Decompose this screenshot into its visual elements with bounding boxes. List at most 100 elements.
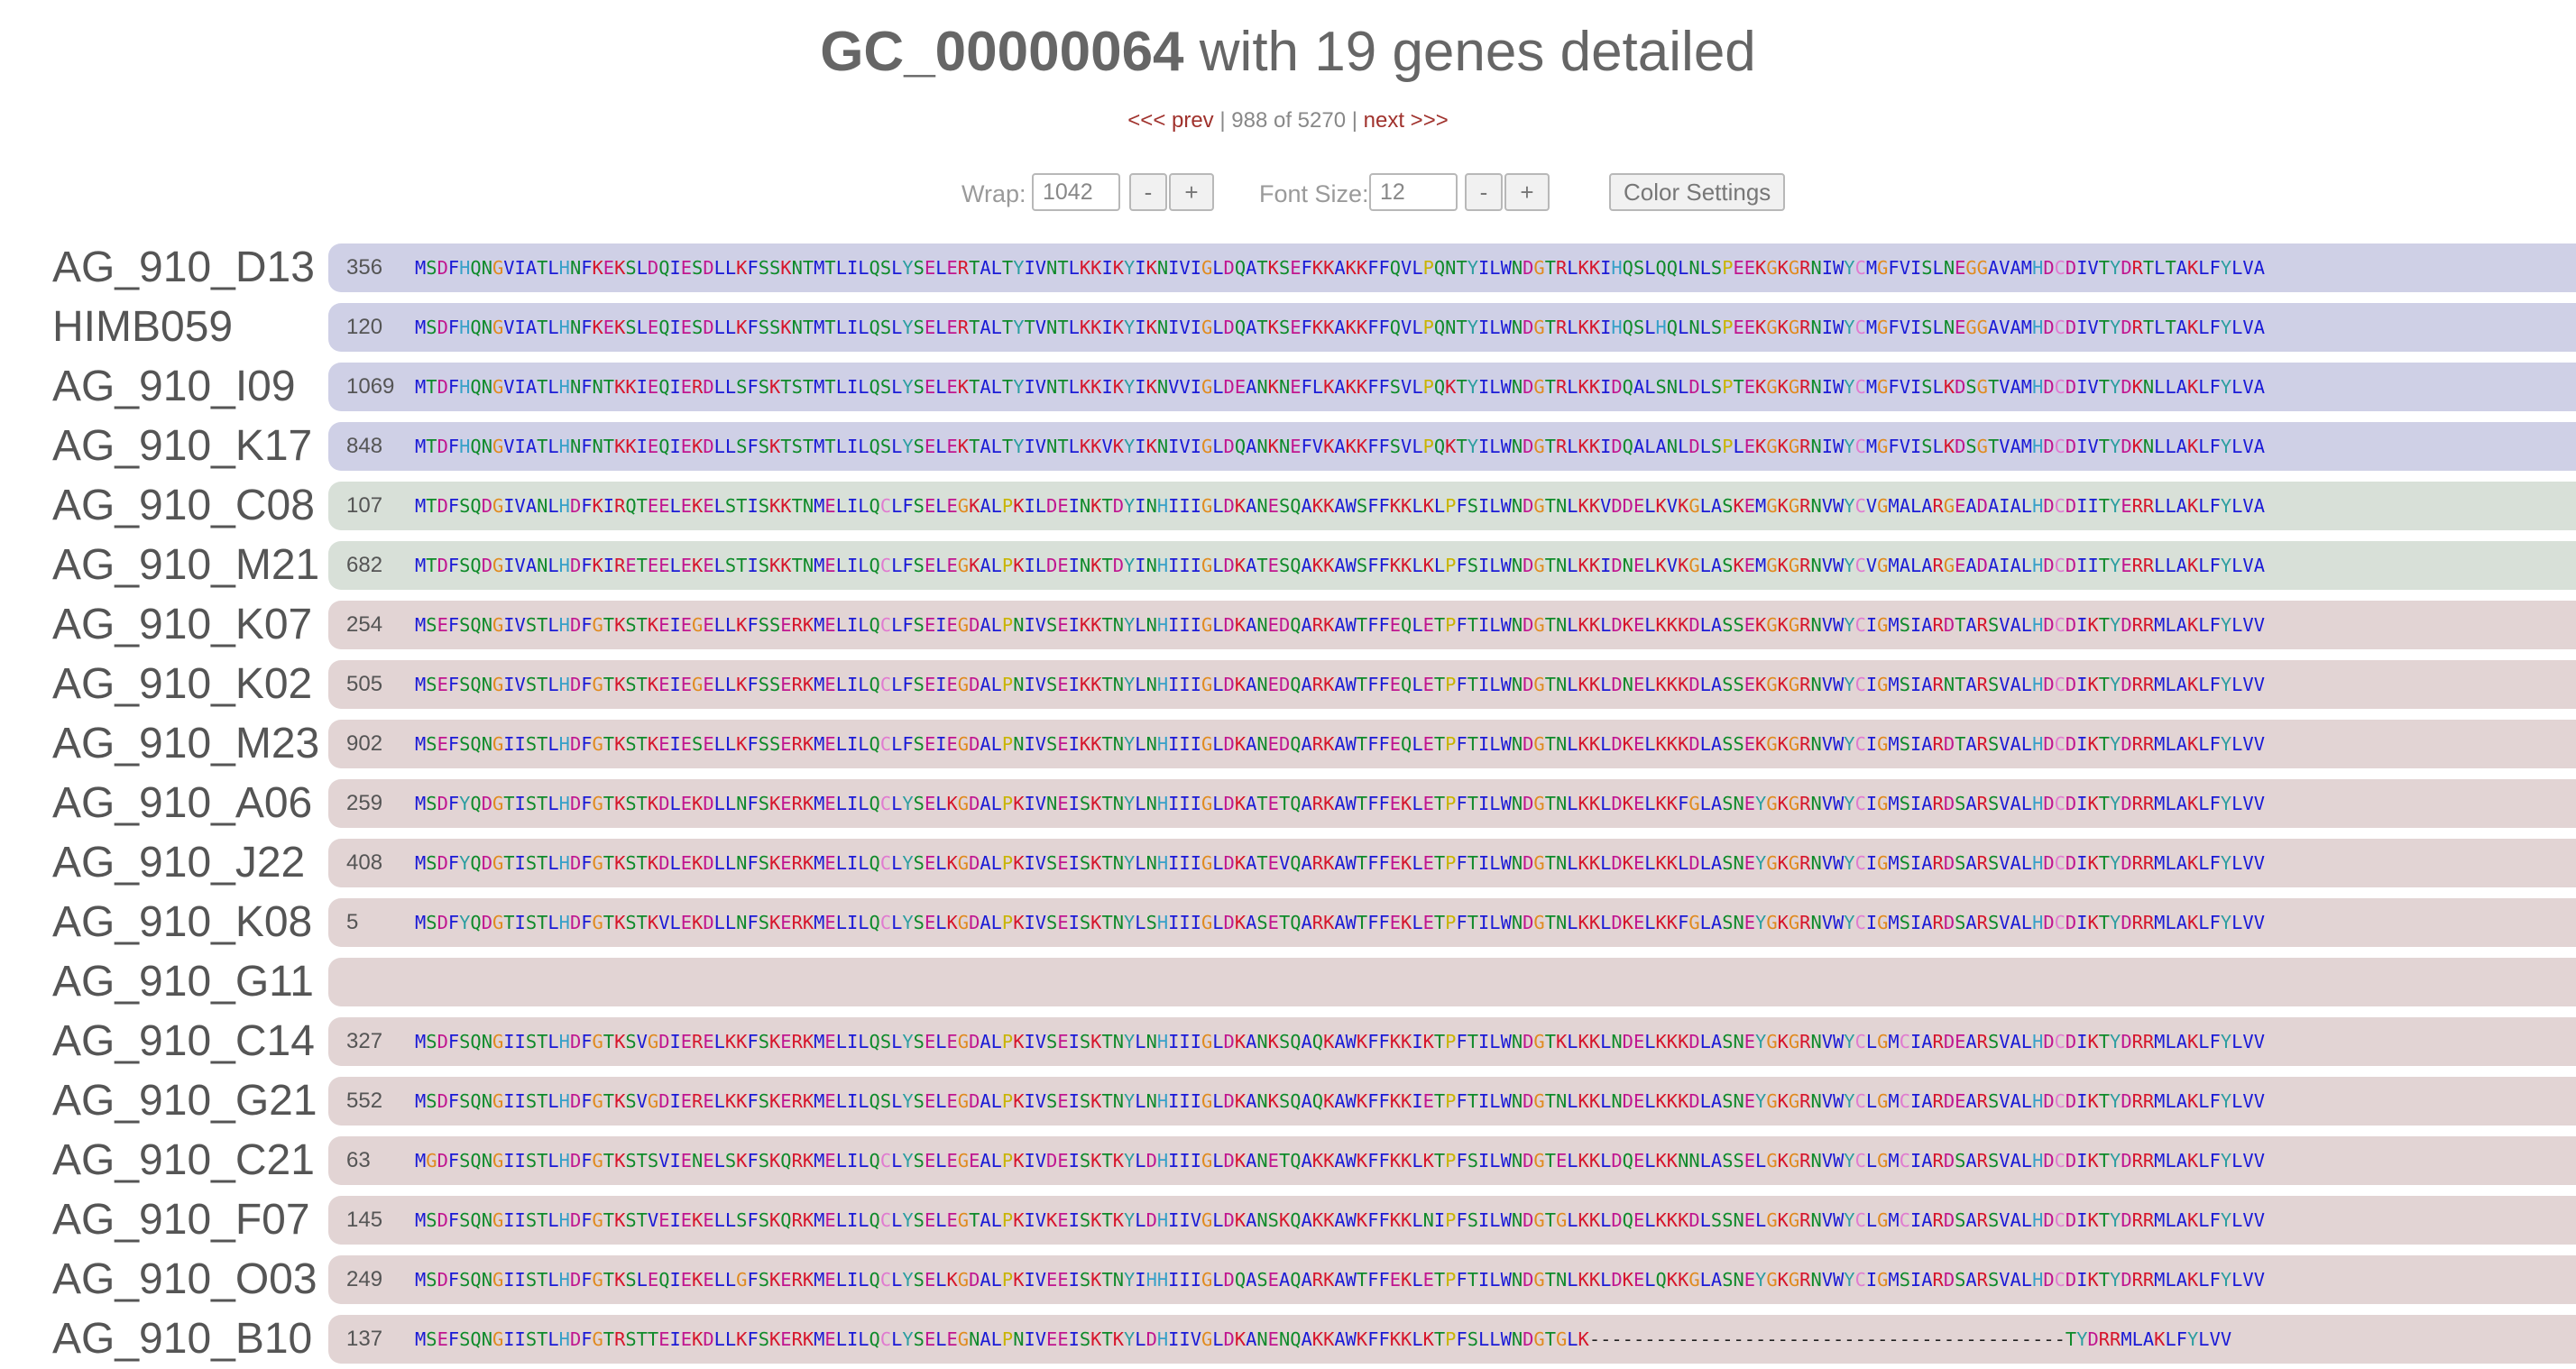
gene-name[interactable]: AG_910_F07	[52, 1190, 310, 1250]
gene-row: AG_910_K07 254 MSEFSQNGIVSTLHDFGTKSTKEIEGE…	[0, 595, 2576, 655]
sequence-length: 5	[346, 910, 359, 934]
gene-name[interactable]: AG_910_K08	[52, 893, 312, 952]
sequence-bar: 356 MSDFHQNGVIATLHNFKEKSLDQIESDLLKFSSKNTM…	[328, 243, 2576, 292]
sequence-bar: 408 MSDFYQDGTISTLHDFGTKSTKDLEKDLLNFSKERKM…	[328, 839, 2576, 887]
sequence-length: 408	[346, 850, 383, 875]
sequence-text: MSDFSQNGIISTLHDFGTKSTVEIEKELLSFSKQRKMELI…	[415, 1209, 2265, 1231]
gene-cluster-page: GC_00000064 with 19 genes detailed <<< p…	[0, 0, 2576, 1369]
gene-name[interactable]: AG_910_G11	[52, 952, 314, 1012]
gene-name[interactable]: AG_910_C08	[52, 476, 315, 536]
gene-cluster-id: GC_00000064	[820, 21, 1184, 83]
sequence-bar: 254 MSEFSQNGIVSTLHDFGTKSTKEIEGELLKFSSERKM…	[328, 601, 2576, 649]
sequence-length: 682	[346, 553, 383, 577]
sequence-text: MSDFSQNGIISTLHDFGTKSVGDIERELKKFSKERKMELI…	[415, 1090, 2265, 1112]
title-subtitle: with 19 genes detailed	[1183, 21, 1756, 83]
gene-name[interactable]: AG_910_I09	[52, 357, 296, 417]
sequence-text: MTDFSQDGIVANLHDFKIRQTEELEKELSTISKKTNMELI…	[415, 495, 2265, 517]
gene-name[interactable]: AG_910_O03	[52, 1250, 317, 1309]
sequence-bar: 327 MSDFSQNGIISTLHDFGTKSVGDIERELKKFSKERKM…	[328, 1017, 2576, 1066]
sequence-text: MSEFSQNGIISTLHDFGTKSTKEIESELLKFSSERKMELI…	[415, 733, 2265, 755]
sequence-text: MSDFSQNGIISTLHDFGTKSVGDIERELKKFSKERKMELI…	[415, 1031, 2265, 1052]
sequence-length: 505	[346, 672, 383, 696]
gene-name[interactable]: AG_910_A06	[52, 774, 312, 833]
sequence-bar: 63 MGDFSQNGIISTLHDFGTKSTSVIENELSKFSKQRKME…	[328, 1136, 2576, 1185]
gene-row: AG_910_I09 1069 MTDFHQNGVIATLHNFNTKKIEQIER…	[0, 357, 2576, 417]
sequence-bar	[328, 958, 2576, 1006]
gene-name[interactable]: AG_910_M23	[52, 714, 319, 774]
next-link[interactable]: next >>>	[1364, 108, 1449, 133]
font-size-label: Font Size:	[1259, 180, 1369, 207]
sequence-length: 848	[346, 434, 383, 458]
display-controls: Wrap: - + Font Size: - + Color Settings	[0, 173, 2576, 215]
sequence-bar: 107 MTDFSQDGIVANLHDFKIRQTEELEKELSTISKKTNM…	[328, 482, 2576, 530]
sequence-bar: 249 MSDFSQNGIISTLHDFGTKSLEQIEKELLGFSKERKM…	[328, 1255, 2576, 1304]
sequence-length: 552	[346, 1089, 383, 1113]
sequence-length: 120	[346, 315, 383, 339]
gene-name[interactable]: AG_910_K02	[52, 655, 312, 714]
gene-name[interactable]: HIMB059	[52, 298, 233, 357]
sequence-bar: 120 MSDFHQNGVIATLHNFKEKSLEQIESDLLKFSSKNTM…	[328, 303, 2576, 352]
gene-row: AG_910_K17 848 MTDFHQNGVIATLHNFNTKKIEQIEKD…	[0, 417, 2576, 476]
gene-name[interactable]: AG_910_G21	[52, 1071, 317, 1131]
sequence-length: 145	[346, 1208, 383, 1232]
sequence-text: MTDFHQNGVIATLHNFNTKKIEQIERDLLSFSKTSTMTLI…	[415, 376, 2265, 398]
gene-name[interactable]: AG_910_B10	[52, 1309, 312, 1369]
sequence-length: 1069	[346, 374, 395, 399]
page-title: GC_00000064 with 19 genes detailed	[0, 11, 2576, 94]
sequence-bar: 137 MSEFSQNGIISTLHDFGTRSTTEIEKDLLKFSKERKM…	[328, 1315, 2576, 1364]
sequence-length: 63	[346, 1148, 371, 1172]
gene-row: AG_910_M21 682 MTDFSQDGIVANLHDFKIRETEELEKE…	[0, 536, 2576, 595]
sequence-bar: 848 MTDFHQNGVIATLHNFNTKKIEQIEKDLLSFSKTSTM…	[328, 422, 2576, 471]
gene-name[interactable]: AG_910_C14	[52, 1012, 315, 1071]
font-size-input[interactable]	[1369, 173, 1458, 211]
wrap-input[interactable]	[1032, 173, 1120, 211]
sequence-text: MTDFSQDGIVANLHDFKIRETEELEKELSTISKKTNMELI…	[415, 555, 2265, 576]
gene-row: AG_910_M23 902 MSEFSQNGIISTLHDFGTKSTKEIESE…	[0, 714, 2576, 774]
sequence-bar: 5 MSDFYQDGTISTLHDFGTKSTKVLEKDLLNFSKERKMEL…	[328, 898, 2576, 947]
sequence-length: 356	[346, 255, 383, 280]
sequence-text: MSDFHQNGVIATLHNFKEKSLDQIESDLLKFSSKNTMTLI…	[415, 257, 2265, 279]
prev-link[interactable]: <<< prev	[1127, 108, 1213, 133]
sequence-length: 249	[346, 1267, 383, 1291]
gene-row: AG_910_C21 63 MGDFSQNGIISTLHDFGTKSTSVIENEL…	[0, 1131, 2576, 1190]
gene-name[interactable]: AG_910_K17	[52, 417, 312, 476]
wrap-label: Wrap:	[961, 180, 1026, 207]
sequence-length: 327	[346, 1029, 383, 1053]
gene-row: AG_910_F07 145 MSDFSQNGIISTLHDFGTKSTVEIEKE…	[0, 1190, 2576, 1250]
sequence-bar: 1069 MTDFHQNGVIATLHNFNTKKIEQIERDLLSFSKTST…	[328, 363, 2576, 411]
sequence-text: MGDFSQNGIISTLHDFGTKSTSVIENELSKFSKQRKMELI…	[415, 1150, 2265, 1171]
sequence-text: MTDFHQNGVIATLHNFNTKKIEQIEKDLLSFSKTSTMTLI…	[415, 436, 2265, 457]
gene-row: AG_910_D13 356 MSDFHQNGVIATLHNFKEKSLDQIESD…	[0, 238, 2576, 298]
gene-row: AG_910_J22 408 MSDFYQDGTISTLHDFGTKSTKDLEKD…	[0, 833, 2576, 893]
sequence-text: MSDFYQDGTISTLHDFGTKSTKDLEKDLLNFSKERKMELI…	[415, 852, 2265, 874]
sequence-text: MSDFYQDGTISTLHDFGTKSTKVLEKDLLNFSKERKMELI…	[415, 912, 2265, 933]
wrap-increase-button[interactable]: +	[1169, 173, 1214, 211]
pagination-nav: <<< prev | 988 of 5270 | next >>>	[0, 106, 2576, 136]
gene-name[interactable]: AG_910_M21	[52, 536, 319, 595]
color-settings-button[interactable]: Color Settings	[1609, 173, 1786, 211]
gene-name[interactable]: AG_910_J22	[52, 833, 305, 893]
gene-name[interactable]: AG_910_K07	[52, 595, 312, 655]
gene-row: AG_910_C14 327 MSDFSQNGIISTLHDFGTKSVGDIERE…	[0, 1012, 2576, 1071]
gene-row: AG_910_C08 107 MTDFSQDGIVANLHDFKIRQTEELEKE…	[0, 476, 2576, 536]
sequence-text: MSDFHQNGVIATLHNFKEKSLEQIESDLLKFSSKNTMTLI…	[415, 317, 2265, 338]
gene-name[interactable]: AG_910_D13	[52, 238, 315, 298]
sequence-bar: 145 MSDFSQNGIISTLHDFGTKSTVEIEKELLSFSKQRKM…	[328, 1196, 2576, 1245]
gene-name[interactable]: AG_910_C21	[52, 1131, 315, 1190]
font-size-increase-button[interactable]: +	[1504, 173, 1550, 211]
wrap-decrease-button[interactable]: -	[1129, 173, 1167, 211]
sequence-bar: 902 MSEFSQNGIISTLHDFGTKSTKEIESELLKFSSERKM…	[328, 720, 2576, 768]
gene-row: AG_910_K02 505 MSEFSQNGIVSTLHDFGTKSTKEIEGE…	[0, 655, 2576, 714]
gene-row: AG_910_G21 552 MSDFSQNGIISTLHDFGTKSVGDIERE…	[0, 1071, 2576, 1131]
gene-row: AG_910_B10 137 MSEFSQNGIISTLHDFGTRSTTEIEKD…	[0, 1309, 2576, 1369]
sequence-text: MSDFYQDGTISTLHDFGTKSTKDLEKDLLNFSKERKMELI…	[415, 793, 2265, 814]
font-size-decrease-button[interactable]: -	[1465, 173, 1503, 211]
sequence-text: MSDFSQNGIISTLHDFGTKSLEQIEKELLGFSKERKMELI…	[415, 1269, 2265, 1291]
sequence-length: 107	[346, 493, 383, 518]
gene-row: AG_910_A06 259 MSDFYQDGTISTLHDFGTKSTKDLEKD…	[0, 774, 2576, 833]
sequence-bar: 682 MTDFSQDGIVANLHDFKIRETEELEKELSTISKKTNM…	[328, 541, 2576, 590]
gene-row: HIMB059 120 MSDFHQNGVIATLHNFKEKSLEQIESDLLK…	[0, 298, 2576, 357]
sequence-bar: 552 MSDFSQNGIISTLHDFGTKSVGDIERELKKFSKERKM…	[328, 1077, 2576, 1126]
sequence-text: MSEFSQNGIISTLHDFGTRSTTEIEKDLLKFSKERKMELI…	[415, 1328, 2232, 1350]
gene-row: AG_910_G11	[0, 952, 2576, 1012]
